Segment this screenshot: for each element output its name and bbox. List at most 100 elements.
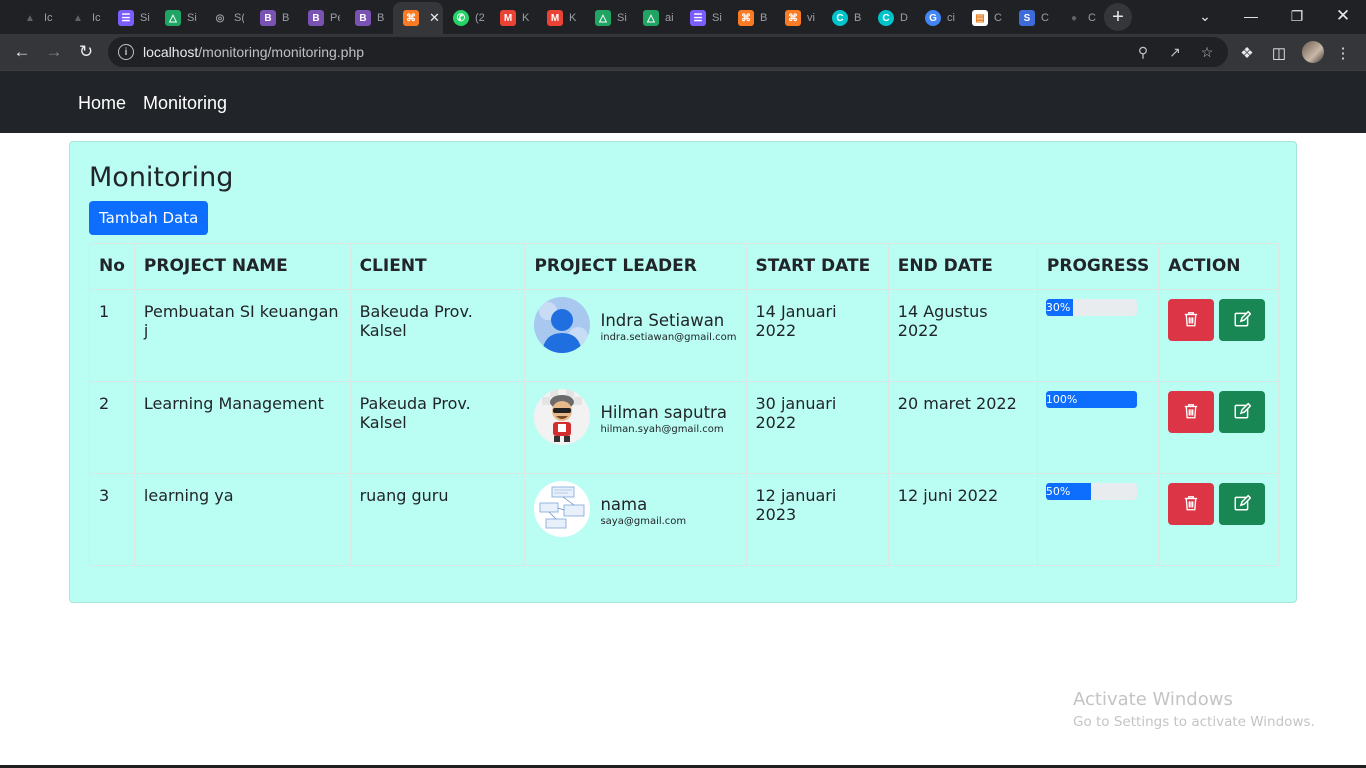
browser-tab-label: ci — [947, 12, 955, 24]
browser-tab[interactable]: ▲ Ic — [60, 4, 106, 32]
menu-kebab-icon[interactable]: ⋮ — [1332, 42, 1354, 64]
browser-tab[interactable]: CD — [868, 4, 914, 32]
browser-tab[interactable]: ✆ (2 — [443, 4, 489, 32]
xampp-icon: ⌘ — [785, 10, 801, 26]
triangle-logo-icon: ▲ — [73, 12, 83, 24]
side-panel-icon[interactable]: ◫ — [1268, 42, 1290, 64]
edit-button[interactable] — [1219, 391, 1266, 433]
xampp-icon: ⌘ — [403, 10, 419, 26]
delete-button[interactable] — [1168, 391, 1215, 433]
gmail-icon: M — [500, 10, 516, 26]
progress-bar: 30% — [1045, 299, 1137, 316]
site-navbar: Home Monitoring — [0, 70, 1366, 133]
browser-tab-label: (2 — [475, 12, 485, 24]
action-cell — [1158, 473, 1279, 566]
leader-info: Hilman saputra hilman.syah@gmail.com — [600, 403, 726, 435]
browser-tab[interactable]: ● C — [1056, 4, 1102, 32]
browser-tab[interactable]: BB — [250, 4, 296, 32]
back-icon[interactable]: ← — [8, 38, 36, 66]
minimize-icon[interactable]: — — [1228, 0, 1274, 32]
share-icon[interactable]: ↗ — [1166, 43, 1184, 61]
end-date: 12 juni 2022 — [887, 473, 1038, 566]
browser-tab[interactable]: SC — [1009, 4, 1055, 32]
google-icon: G — [925, 10, 941, 26]
browser-tab-label: K — [569, 12, 577, 24]
address-bar[interactable]: i localhost/monitoring/monitoring.php ⚲ … — [108, 37, 1228, 67]
browser-tab-label: C — [1041, 12, 1049, 24]
forward-icon[interactable]: → — [40, 38, 68, 66]
progress-cell: 50% — [1036, 473, 1160, 566]
browser-tab[interactable]: CB — [822, 4, 868, 32]
restore-icon[interactable]: ❐ — [1274, 0, 1320, 32]
browser-tab[interactable]: ⌘ B — [728, 4, 774, 32]
browser-tab[interactable]: △ Si — [585, 4, 631, 32]
drive-icon: △ — [643, 10, 659, 26]
trash-icon — [1182, 494, 1200, 515]
browser-tab-label: ai — [665, 12, 674, 24]
browser-tab-label: Ic — [44, 12, 53, 24]
progress-fill: 100% — [1045, 391, 1137, 408]
canva-icon: C — [878, 10, 894, 26]
browser-tab[interactable]: ⌘ ✕ — [393, 2, 443, 34]
nav-home-link[interactable]: Home — [78, 93, 126, 114]
browser-tab-label: B — [854, 12, 862, 24]
bootstrap-icon: B — [308, 10, 324, 26]
nav-monitoring-link[interactable]: Monitoring — [143, 93, 227, 114]
leader-name: Indra Setiawan — [600, 311, 725, 330]
site-info-icon[interactable]: i — [118, 44, 134, 60]
close-window-icon[interactable]: ✕ — [1320, 0, 1366, 32]
row-number: 3 — [89, 473, 135, 566]
delete-button[interactable] — [1168, 299, 1215, 341]
browser-tab[interactable]: ⌘ vi — [775, 4, 821, 32]
project-name: learning ya — [133, 473, 351, 566]
project-leader-cell: Indra Setiawan indra.setiawan@gmail.com — [524, 289, 747, 382]
leader-email: saya@gmail.com — [600, 516, 687, 527]
col-project-name-header: PROJECT NAME — [133, 243, 351, 290]
url-host: localhost — [143, 44, 199, 60]
browser-tab[interactable]: B Pe — [298, 4, 344, 32]
new-tab-button[interactable]: + — [1104, 3, 1132, 31]
leader-info: Indra Setiawan indra.setiawan@gmail.com — [600, 311, 736, 343]
bootstrap-icon: B — [260, 10, 276, 26]
table-body: 1 Pembuatan SI keuangan j Bakeuda Prov. Ka… — [89, 289, 1279, 566]
edit-button[interactable] — [1219, 299, 1266, 341]
leader-block: nama saya@gmail.com — [534, 481, 736, 537]
browser-tab[interactable]: BB — [345, 4, 391, 32]
col-end-date-header: END DATE — [887, 243, 1038, 290]
col-start-date-header: START DATE — [745, 243, 889, 290]
close-tab-icon[interactable]: ✕ — [429, 10, 440, 26]
browser-tab-label: Si — [187, 12, 197, 24]
browser-tab-label: vi — [807, 12, 815, 24]
project-leader-cell: nama saya@gmail.com — [524, 473, 747, 566]
browser-tab[interactable]: Gci — [915, 4, 961, 32]
zoom-icon[interactable]: ⚲ — [1134, 43, 1152, 61]
progress-cell: 30% — [1036, 289, 1160, 382]
tab-search-icon[interactable]: ⌄ — [1182, 0, 1228, 32]
whatsapp-icon: ✆ — [453, 10, 469, 26]
edit-button[interactable] — [1219, 483, 1266, 525]
url-text[interactable]: localhost/monitoring/monitoring.php — [143, 44, 364, 60]
browser-tab[interactable]: ▤ C — [962, 4, 1008, 32]
default-user-avatar — [534, 297, 591, 353]
browser-tab-label: Si — [140, 12, 150, 24]
browser-tab[interactable]: △ Si — [155, 4, 201, 32]
browser-tab-label: D — [900, 12, 908, 24]
browser-tab[interactable]: ☰ Si — [108, 4, 154, 32]
projects-table: No PROJECT NAME CLIENT PROJECT LEADER START … — [89, 243, 1279, 566]
browser-tab[interactable]: MK — [490, 4, 536, 32]
diagram-screenshot-avatar — [534, 481, 591, 537]
table-row: 3 learning ya ruang guru nama saya@gmail.com… — [89, 473, 1279, 566]
browser-tab[interactable]: ▲ Ic — [12, 4, 58, 32]
browser-tab[interactable]: MK — [537, 4, 583, 32]
delete-button[interactable] — [1168, 483, 1215, 525]
profile-avatar[interactable] — [1302, 41, 1324, 63]
bookmark-star-icon[interactable]: ☆ — [1198, 43, 1216, 61]
extensions-icon[interactable]: ❖ — [1236, 42, 1258, 64]
browser-tab[interactable]: ◎ S( — [202, 4, 248, 32]
reload-icon[interactable]: ↻ — [72, 38, 100, 66]
browser-tab[interactable]: △ ai — [633, 4, 679, 32]
leader-block: Hilman saputra hilman.syah@gmail.com — [534, 389, 736, 445]
drive-icon: △ — [165, 10, 181, 26]
add-data-button[interactable]: Tambah Data — [89, 201, 209, 235]
browser-tab[interactable]: ☰ Si — [680, 4, 726, 32]
